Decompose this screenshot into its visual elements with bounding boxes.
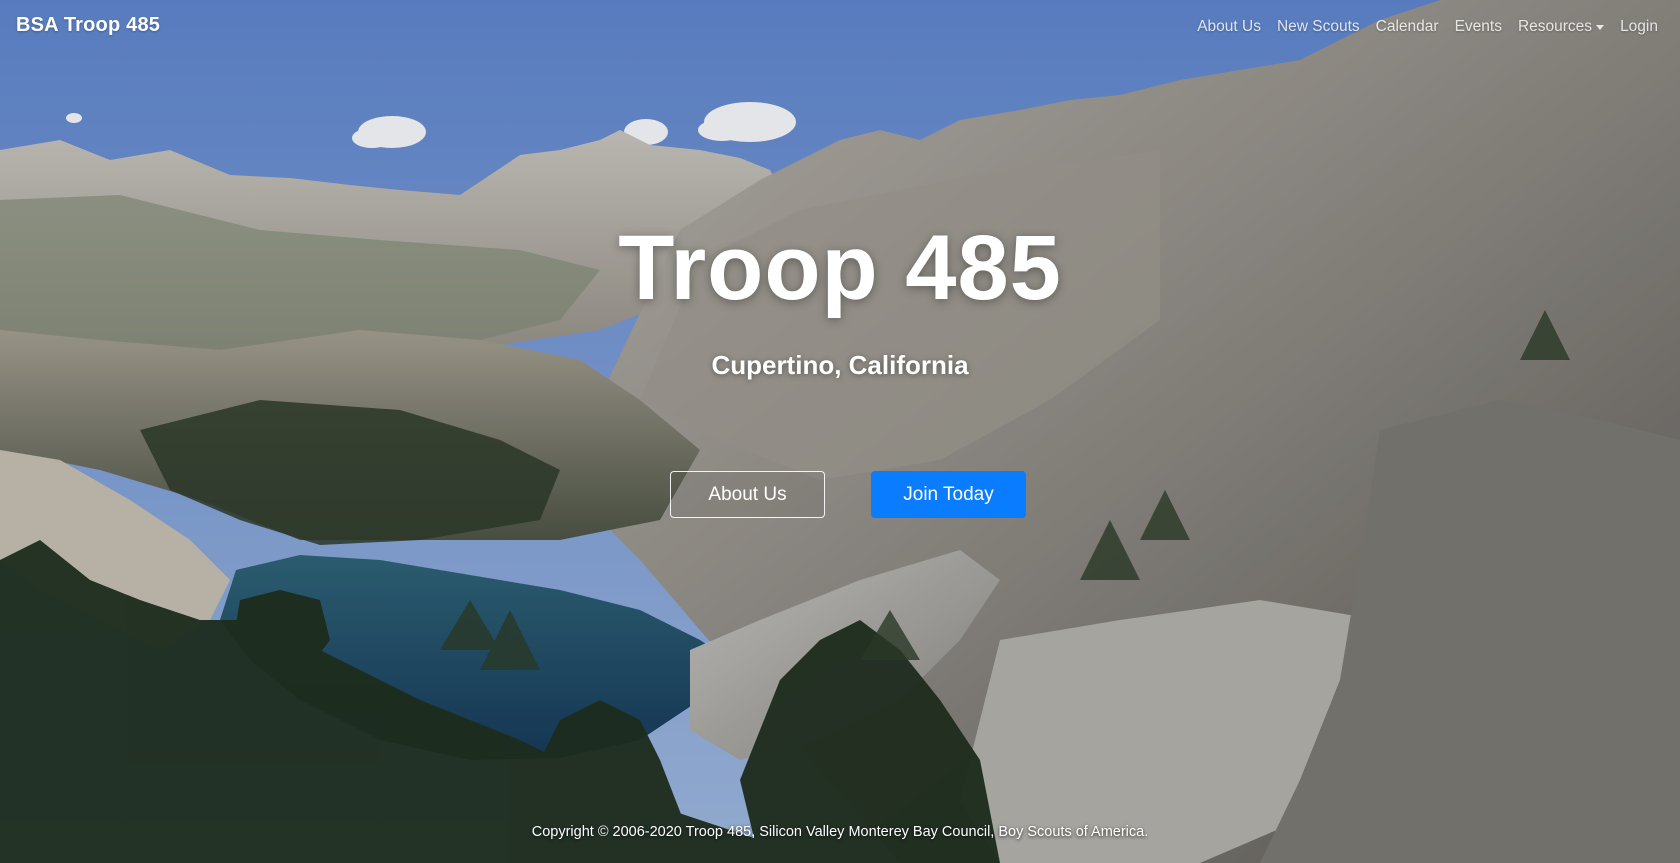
nav-item-label: About Us — [1197, 18, 1261, 35]
caret-down-icon — [1596, 24, 1605, 30]
about-us-button[interactable]: About Us — [670, 471, 825, 518]
nav-item-label: Events — [1454, 18, 1502, 35]
nav-item-label: Login — [1620, 18, 1658, 35]
nav-item-label: Calendar — [1375, 18, 1439, 35]
nav-item-resources-dropdown[interactable]: Resources — [1517, 18, 1605, 36]
footer-copyright: Copyright © 2006-2020 Troop 485, Silicon… — [531, 824, 1149, 840]
join-today-button[interactable]: Join Today — [871, 471, 1026, 518]
nav-item-login[interactable]: Login — [1620, 18, 1658, 36]
mountain-landscape-background — [0, 0, 1680, 863]
nav-item-events[interactable]: Events — [1455, 18, 1502, 36]
nav-item-label: Resources — [1517, 18, 1593, 35]
nav-item-label: New Scouts — [1276, 18, 1360, 35]
hero-section: BSA Troop 485 About Us New Scouts Calend… — [0, 0, 1680, 863]
nav-item-calendar[interactable]: Calendar — [1376, 18, 1439, 36]
nav-links: About Us New Scouts Calendar Events Reso… — [1197, 18, 1658, 36]
nav-item-about-us[interactable]: About Us — [1197, 18, 1261, 36]
top-navbar: BSA Troop 485 About Us New Scouts Calend… — [0, 0, 1680, 56]
nav-item-new-scouts[interactable]: New Scouts — [1277, 18, 1360, 36]
hero-title: Troop 485 — [618, 217, 1062, 319]
hero-subtitle: Cupertino, California — [711, 350, 969, 380]
brand-link[interactable]: BSA Troop 485 — [16, 14, 160, 37]
